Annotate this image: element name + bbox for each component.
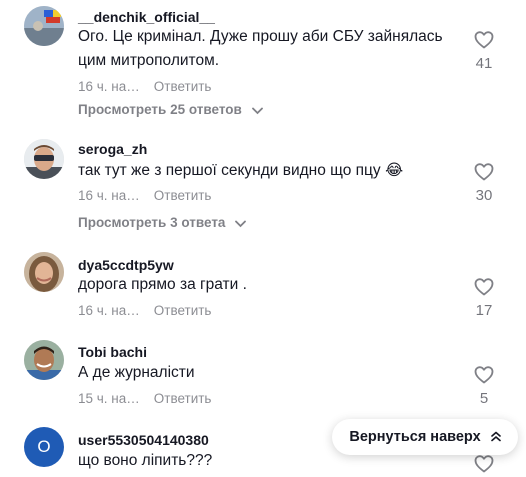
comment-username[interactable]: user5530504140380 bbox=[78, 432, 209, 448]
like-control[interactable]: 5 bbox=[472, 366, 496, 407]
like-control[interactable]: 17 bbox=[472, 278, 496, 319]
comment-text: Ого. Це кримінал. Дуже прошу аби СБУ зай… bbox=[78, 28, 443, 69]
comment-meta: 16 ч. на… Ответить bbox=[78, 303, 211, 318]
comment-text: дорога прямо за грати . bbox=[78, 276, 247, 293]
comment-username[interactable]: seroga_zh bbox=[78, 141, 147, 157]
avatar[interactable] bbox=[24, 252, 64, 292]
comment-meta: 16 ч. на… Ответить bbox=[78, 188, 211, 203]
like-control[interactable]: 41 bbox=[472, 31, 496, 72]
heart-outline-icon[interactable] bbox=[472, 455, 496, 473]
comment-time: 16 ч. на… bbox=[78, 303, 140, 318]
heart-outline-icon[interactable] bbox=[472, 366, 496, 384]
like-count: 30 bbox=[475, 187, 493, 204]
double-chevron-up-icon bbox=[490, 431, 501, 443]
comment-meta: 16 ч. на… Ответить bbox=[78, 79, 211, 94]
view-replies-button[interactable]: Просмотреть 3 ответа bbox=[78, 215, 247, 231]
comment-text: так тут же з першої секунди видно що пцу… bbox=[78, 162, 404, 179]
like-control[interactable]: 30 bbox=[472, 163, 496, 204]
reply-button[interactable]: Ответить bbox=[154, 188, 212, 203]
heart-outline-icon[interactable] bbox=[472, 278, 496, 296]
avatar[interactable]: O bbox=[24, 427, 64, 467]
scroll-to-top-label: Вернуться наверх bbox=[349, 429, 481, 445]
scroll-to-top-button[interactable]: Вернуться наверх bbox=[332, 419, 518, 455]
like-count: 5 bbox=[479, 390, 489, 407]
chevron-down-icon bbox=[251, 103, 263, 118]
comment-time: 16 ч. на… bbox=[78, 188, 140, 203]
avatar-letter: O bbox=[37, 437, 51, 456]
comment-time: 15 ч. на… bbox=[78, 391, 140, 406]
reply-button[interactable]: Ответить bbox=[154, 79, 212, 94]
view-replies-label: Просмотреть 25 ответов bbox=[78, 102, 242, 117]
avatar[interactable] bbox=[24, 139, 64, 179]
heart-outline-icon[interactable] bbox=[472, 163, 496, 181]
comment-username[interactable]: __denchik_official__ bbox=[78, 9, 215, 25]
comment-username[interactable]: dya5ccdtp5yw bbox=[78, 257, 174, 273]
like-count: 41 bbox=[475, 55, 493, 72]
reply-button[interactable]: Ответить bbox=[154, 391, 212, 406]
avatar[interactable] bbox=[24, 6, 64, 46]
reply-button[interactable]: Ответить bbox=[154, 303, 212, 318]
like-control[interactable] bbox=[472, 455, 496, 473]
comment-meta: 15 ч. на… Ответить bbox=[78, 391, 211, 406]
avatar[interactable] bbox=[24, 340, 64, 380]
comment-time: 16 ч. на… bbox=[78, 79, 140, 94]
comment-text: А де журналісти bbox=[78, 364, 195, 381]
heart-outline-icon[interactable] bbox=[472, 31, 496, 49]
view-replies-label: Просмотреть 3 ответа bbox=[78, 215, 226, 230]
like-count: 17 bbox=[475, 302, 493, 319]
view-replies-button[interactable]: Просмотреть 25 ответов bbox=[78, 102, 263, 118]
comment-username[interactable]: Tobi bachi bbox=[78, 344, 147, 360]
chevron-down-icon bbox=[235, 216, 247, 231]
